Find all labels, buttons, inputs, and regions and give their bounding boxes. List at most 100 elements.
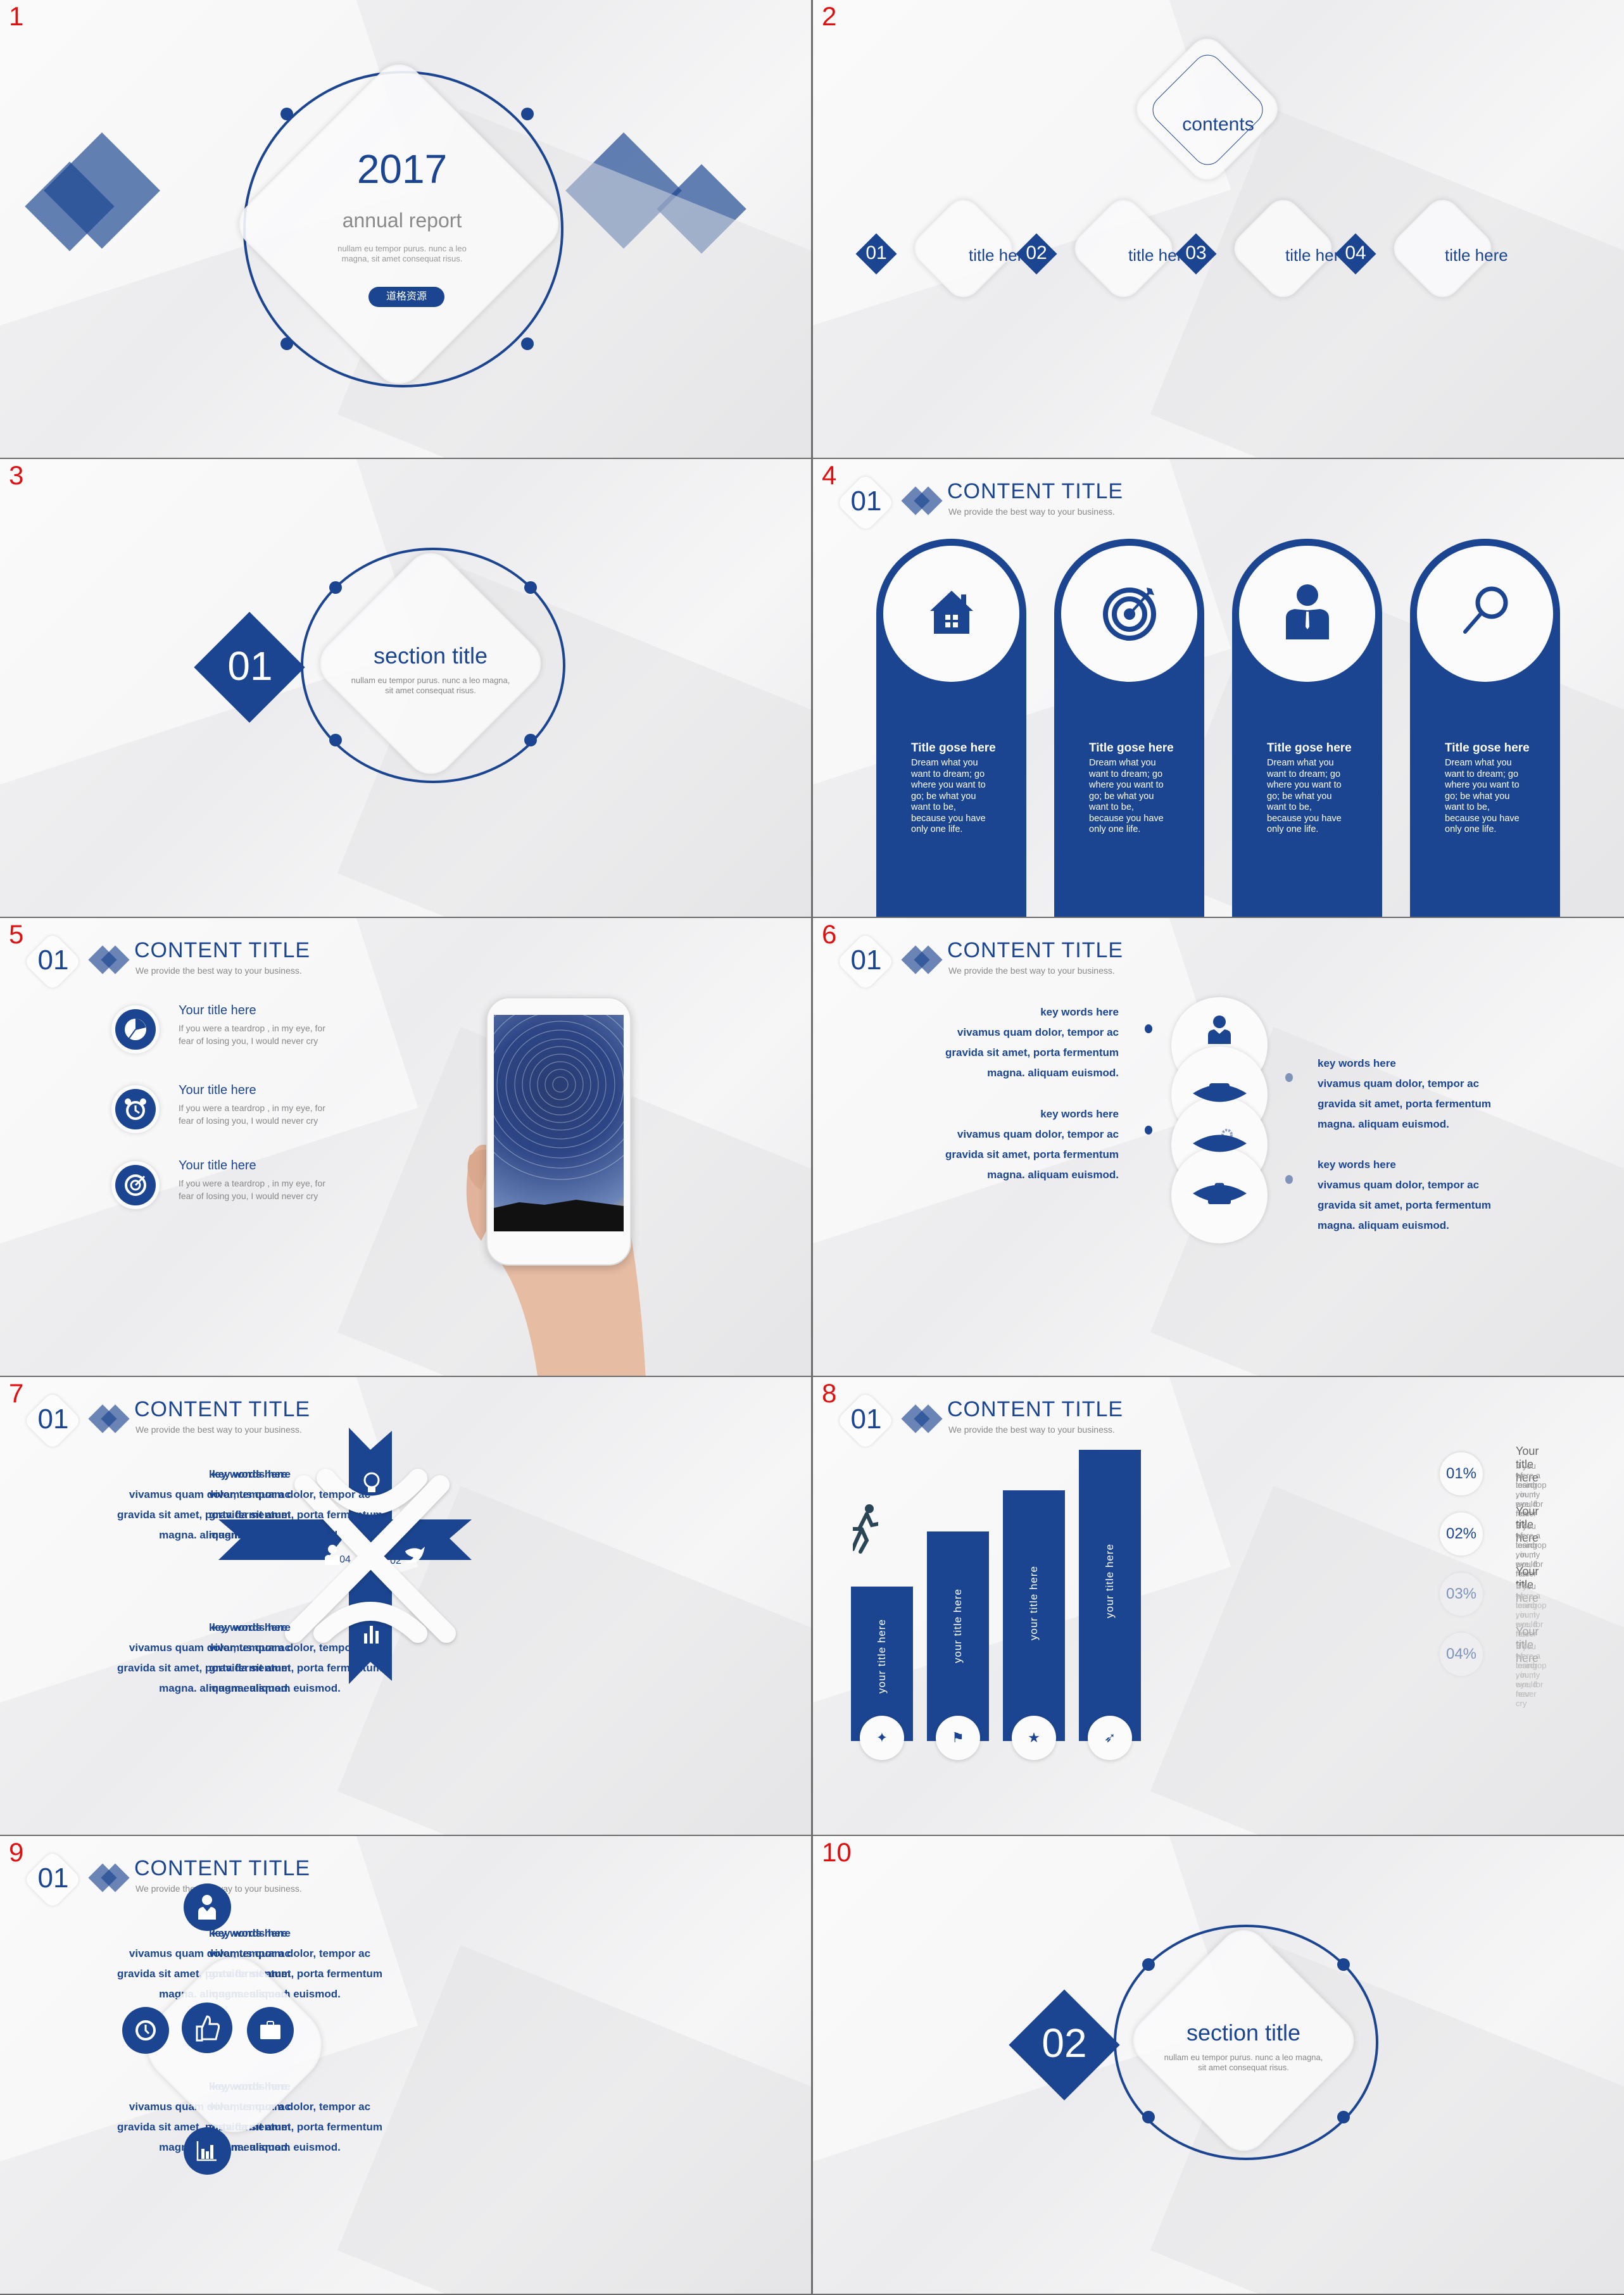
keyword-block-top-right: key words here vivamus quam dolor, tempor…: [209, 1468, 382, 1541]
card-1[interactable]: Title gose here Dream what you want to dr…: [876, 539, 1026, 917]
slide-7[interactable]: 7 01 CONTENT TITLE We provide the best w…: [0, 1377, 811, 1835]
item-number: 04: [1345, 242, 1366, 263]
header-number-badge: 01: [836, 473, 895, 532]
item-title: Your title here: [179, 1159, 256, 1173]
body-line: nullam eu tempor purus. nunc a leo: [337, 244, 467, 253]
slide-5[interactable]: 5 01 CONTENT TITLE We provide the best w…: [0, 918, 811, 1376]
body-line: nullam eu tempor purus. nunc a leo magna…: [1164, 2053, 1323, 2062]
clock-icon: [135, 2020, 156, 2040]
icon-circle-bottom: [184, 2127, 231, 2175]
decor-diamond: [657, 164, 746, 254]
contents-item-4[interactable]: title here: [1445, 246, 1508, 265]
content-subtitle: We provide the best way to your business…: [948, 1424, 1115, 1435]
icon-circle-top: [184, 1883, 231, 1931]
keyword-block-right-2: key words here vivamus quam dolor, tempor…: [1318, 1159, 1491, 1231]
slide-4[interactable]: 4 01 CONTENT TITLE We provide the best w…: [813, 459, 1624, 917]
section-number: 02: [1042, 2020, 1087, 2066]
body-line: magna, sit amet consequat risus.: [341, 254, 463, 263]
runner-icon: [853, 1504, 878, 1554]
contents-heading: contents: [1182, 114, 1254, 135]
bar-label: your title here: [876, 1618, 888, 1694]
resource-button[interactable]: 道格资源: [368, 287, 444, 307]
ring-dot: [524, 734, 537, 746]
content-title: CONTENT TITLE: [134, 938, 311, 962]
ring-dot: [524, 581, 537, 594]
businessman-icon: [1286, 584, 1329, 639]
card-title: Title gose here: [1445, 741, 1530, 755]
connector-lens: [1193, 1085, 1247, 1102]
slide-8[interactable]: 8 01 CONTENT TITLE We provide the best w…: [813, 1377, 1624, 1835]
card-icon-circle: [1239, 546, 1375, 682]
content-title: CONTENT TITLE: [947, 1397, 1124, 1421]
card-body: Dream what you want to dream; go where you…: [1445, 758, 1520, 834]
slide-number: 6: [822, 919, 837, 949]
bar-label: your title here: [1028, 1566, 1040, 1641]
ring-dot: [1142, 1958, 1155, 1971]
item-body-line: of losing you, I would never cry: [1516, 1651, 1537, 1708]
step-label-02: 02: [390, 1556, 401, 1566]
step-label-04: 04: [339, 1554, 351, 1565]
card-3[interactable]: Title gose here Dream what you want to dr…: [1232, 539, 1382, 917]
icon-circle-right: [247, 2007, 294, 2054]
bullet-dot: [1145, 1126, 1152, 1135]
ring-dot: [521, 337, 534, 350]
percent-badge: 03%: [1440, 1573, 1483, 1616]
header-number-badge: 01: [23, 1850, 82, 1909]
lightbulb-icon: ✦: [860, 1716, 904, 1760]
slide-2[interactable]: 2 contents 01 title here 02 title here 0…: [813, 0, 1624, 458]
keyword-block-right-1: key words here vivamus quam dolor, tempor…: [1318, 1057, 1491, 1130]
percent-items: 01% Your title here If you were a teardr…: [1247, 1377, 1620, 1835]
step-bar: your title here ➶: [1079, 1450, 1141, 1760]
slide-6[interactable]: 6 01 CONTENT TITLE We provide the best w…: [813, 918, 1624, 1376]
slide-number: 2: [822, 1, 837, 31]
ring-dot: [329, 581, 342, 594]
content-subtitle: We provide the best way to your business…: [948, 965, 1115, 976]
connector-lens: [1193, 1185, 1247, 1202]
section-title: section title: [373, 643, 488, 669]
ring-dot: [521, 108, 534, 120]
slide-number: 10: [822, 1837, 852, 1867]
slide-number: 1: [9, 1, 24, 31]
item-body: If you were a teardrop , in my eye, for f…: [179, 1023, 325, 1046]
item-body-line: If you were a teardrop , in my eye, for …: [1516, 1581, 1547, 1638]
icon-circle-left: [122, 2007, 169, 2054]
ring-dot: [1337, 1958, 1350, 1971]
step-bar: your title here ✦: [851, 1587, 913, 1760]
ring-dot: [329, 734, 342, 746]
percent-badge: 01%: [1440, 1452, 1483, 1495]
year-title: 2017: [356, 146, 448, 192]
item-title: Your title here: [179, 1083, 256, 1097]
step-bars: your title here ✦ your title here ⚑ your tit…: [851, 1450, 1141, 1760]
card-2[interactable]: Title gose here Dream what you want to dr…: [1054, 539, 1204, 917]
pie-chart-icon: [125, 1019, 146, 1040]
slide-sorter-grid: 1 2017 annual report nullam eu tempor pu…: [0, 0, 1624, 2295]
card-4[interactable]: Title gose here Dream what you want to dr…: [1410, 539, 1560, 917]
ring-dot: [280, 337, 293, 350]
slide-10[interactable]: 10 02 section title nullam eu tempor pur…: [813, 1836, 1624, 2294]
hand-phone-image: [456, 997, 665, 1376]
target-icon: [125, 1174, 146, 1196]
bar-label: your title here: [952, 1588, 964, 1663]
card-icon-circle: [1417, 546, 1553, 682]
body-line: sit amet consequat risus.: [1198, 2063, 1289, 2072]
content-title: CONTENT TITLE: [134, 1397, 311, 1421]
item-icon-badge: [111, 1085, 160, 1133]
item-title: Your title here: [179, 1003, 256, 1017]
step-bar: your title here ★: [1003, 1490, 1065, 1760]
contents-diamond-outline: [1146, 48, 1269, 172]
card-body: Dream what you want to dream; go where you…: [911, 758, 986, 834]
slide-3[interactable]: 3 01 section title nullam eu tempor puru…: [0, 459, 811, 917]
card-title: Title gose here: [1089, 741, 1174, 755]
person-icon: [198, 1895, 216, 1920]
phone-screen-star-trails: [494, 1015, 624, 1231]
section-title: section title: [1186, 2020, 1301, 2046]
content-subtitle: We provide the best way to your business…: [135, 965, 302, 976]
header-number-badge: 01: [836, 932, 895, 991]
item-body: If you were a teardrop , in my eye, for f…: [179, 1178, 325, 1201]
target-icon: [1103, 588, 1156, 641]
slide-9[interactable]: 9 01 CONTENT TITLE We provide the best w…: [0, 1836, 811, 2294]
slide-1[interactable]: 1 2017 annual report nullam eu tempor pu…: [0, 0, 811, 458]
item-icon-badge: [111, 1161, 160, 1209]
bullet-dot: [1145, 1024, 1152, 1033]
card-body: Dream what you want to dream; go where you…: [1267, 758, 1342, 834]
